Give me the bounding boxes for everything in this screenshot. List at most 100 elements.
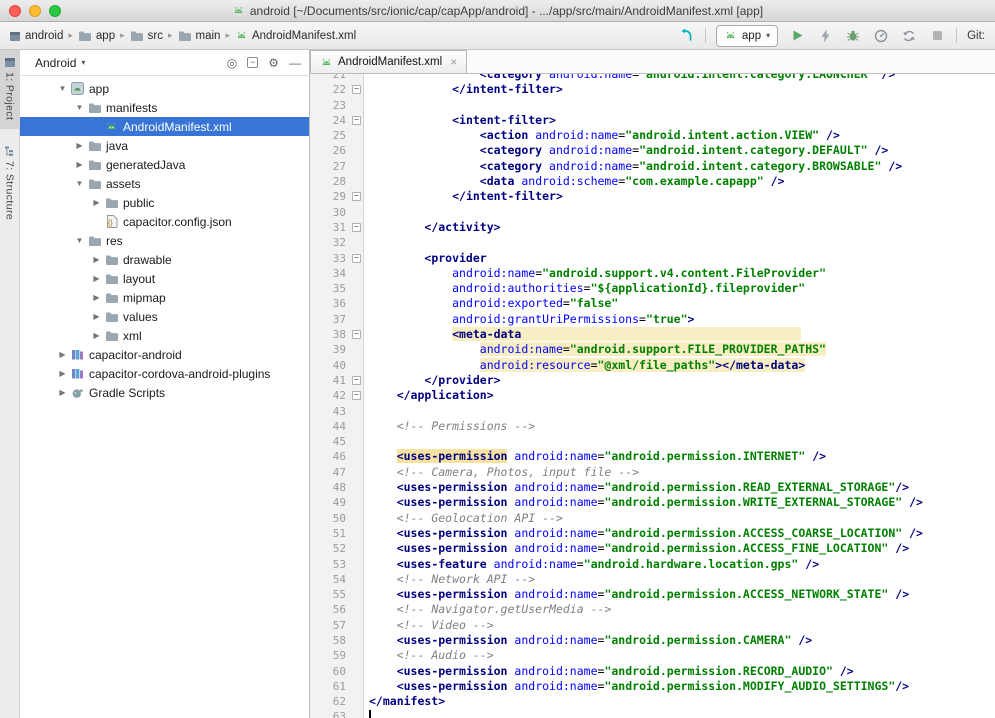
folder-icon: [103, 273, 120, 285]
editor-line: 35 android:authorities="${applicationId}…: [310, 281, 995, 296]
tree-item-capacitor-cordova-android-plugins[interactable]: ▶capacitor-cordova-android-plugins: [20, 364, 309, 383]
line-number: 53: [310, 557, 350, 572]
tree-item-app[interactable]: ▼app: [20, 79, 309, 98]
gear-icon[interactable]: ⚙: [268, 57, 279, 69]
chevron-down-icon[interactable]: ▼: [73, 236, 86, 245]
chevron-right-icon[interactable]: ▶: [90, 312, 103, 321]
fold-marker-icon[interactable]: −: [350, 373, 364, 388]
fold-gutter: [350, 679, 364, 694]
git-label: Git:: [967, 30, 985, 42]
chevron-right-icon[interactable]: ▶: [56, 369, 69, 378]
fold-marker-icon[interactable]: −: [350, 189, 364, 204]
close-window-button[interactable]: [9, 5, 21, 17]
chevron-down-icon[interactable]: ▼: [73, 103, 86, 112]
fold-gutter: [350, 404, 364, 419]
code-line: <!-- Audio -->: [364, 648, 494, 663]
fold-marker-icon[interactable]: −: [350, 327, 364, 342]
fold-marker-icon[interactable]: −: [350, 82, 364, 97]
code-line: <category android:name="android.intent.c…: [364, 159, 902, 174]
tree-item-mipmap[interactable]: ▶mipmap: [20, 288, 309, 307]
locate-file-icon[interactable]: ◎: [227, 57, 237, 69]
breadcrumb-item-src[interactable]: src: [129, 28, 164, 44]
folder-icon: [178, 30, 192, 42]
editor-line: 53 <uses-feature android:name="android.h…: [310, 557, 995, 572]
collapse-all-icon[interactable]: −: [247, 57, 258, 68]
back-arrow-icon[interactable]: [677, 27, 695, 45]
tree-item-capacitor-android[interactable]: ▶capacitor-android: [20, 345, 309, 364]
tree-item-java[interactable]: ▶java: [20, 136, 309, 155]
code-editor[interactable]: 21 <category android:name="android.inten…: [310, 74, 995, 718]
code-line: <data android:scheme="com.example.capapp…: [364, 174, 785, 189]
fold-marker-icon[interactable]: −: [350, 388, 364, 403]
apply-changes-button[interactable]: [816, 27, 834, 45]
tree-item-label: drawable: [120, 253, 172, 267]
chevron-right-icon[interactable]: ▶: [90, 255, 103, 264]
code-line: <uses-permission android:name="android.p…: [364, 679, 909, 694]
fold-gutter: [350, 174, 364, 189]
editor-line: 59 <!-- Audio -->: [310, 648, 995, 663]
fold-gutter: [350, 312, 364, 327]
editor-line: 62</manifest>: [310, 694, 995, 709]
tree-item-res[interactable]: ▼res: [20, 231, 309, 250]
chevron-right-icon[interactable]: ▶: [56, 350, 69, 359]
chevron-down-icon[interactable]: ▼: [73, 179, 86, 188]
tree-item-values[interactable]: ▶values: [20, 307, 309, 326]
project-toolwindow-button[interactable]: 1: Project: [0, 50, 19, 129]
breadcrumb-item-app[interactable]: app: [77, 28, 116, 44]
tree-item-generatedJava[interactable]: ▶generatedJava: [20, 155, 309, 174]
tree-item-xml[interactable]: ▶xml: [20, 326, 309, 345]
fullscreen-window-button[interactable]: [49, 5, 61, 17]
tree-item-drawable[interactable]: ▶ drawable: [20, 250, 309, 269]
library-icon: [69, 367, 86, 380]
code-line: <action android:name="android.intent.act…: [364, 128, 840, 143]
chevron-right-icon[interactable]: ▶: [90, 198, 103, 207]
run-button[interactable]: [788, 27, 806, 45]
line-number: 34: [310, 266, 350, 281]
chevron-down-icon[interactable]: ▼: [56, 84, 69, 93]
close-icon[interactable]: ×: [450, 55, 457, 69]
fold-gutter: [350, 128, 364, 143]
chevron-right-icon[interactable]: ▶: [90, 274, 103, 283]
breadcrumb-item-AndroidManifest.xml[interactable]: AndroidManifest.xml: [234, 27, 357, 44]
breadcrumb-item-main[interactable]: main: [177, 28, 222, 44]
minimize-window-button[interactable]: [29, 5, 41, 17]
stop-button[interactable]: [928, 27, 946, 45]
folder-icon: [103, 292, 120, 304]
chevron-right-icon[interactable]: ▶: [73, 141, 86, 150]
line-number: 35: [310, 281, 350, 296]
chevron-right-icon[interactable]: ▶: [73, 160, 86, 169]
chevron-right-icon[interactable]: ▶: [90, 293, 103, 302]
editor-tab-androidmanifest[interactable]: AndroidManifest.xml ×: [310, 50, 467, 73]
fold-marker-icon[interactable]: −: [350, 113, 364, 128]
folder-icon: [103, 311, 120, 323]
structure-toolwindow-button[interactable]: 7: Structure: [0, 139, 19, 229]
tree-item-public[interactable]: ▶public: [20, 193, 309, 212]
fold-gutter: [350, 664, 364, 679]
debug-button[interactable]: [844, 27, 862, 45]
tree-item-assets[interactable]: ▼assets: [20, 174, 309, 193]
tree-item-layout[interactable]: ▶layout: [20, 269, 309, 288]
breadcrumb-item-android[interactable]: android: [8, 28, 64, 44]
hide-panel-icon[interactable]: —: [289, 57, 301, 69]
fold-marker-icon[interactable]: −: [350, 251, 364, 266]
tree-item-Gradle Scripts[interactable]: ▶Gradle Scripts: [20, 383, 309, 402]
fold-marker-icon[interactable]: −: [350, 220, 364, 235]
run-configuration-select[interactable]: app ▾: [716, 25, 778, 47]
run-toolbar: app ▾ Git:: [677, 25, 995, 47]
line-number: 48: [310, 480, 350, 495]
tree-item-manifests[interactable]: ▼manifests: [20, 98, 309, 117]
android-icon: [235, 29, 248, 42]
project-view-selector[interactable]: Android ▾: [20, 56, 85, 70]
navigation-bar: android▸app▸src▸main▸AndroidManifest.xml…: [0, 22, 995, 50]
tree-item-AndroidManifest.xml[interactable]: AndroidManifest.xml: [20, 117, 309, 136]
chevron-right-icon[interactable]: ▶: [90, 331, 103, 340]
code-line: </intent-filter>: [364, 189, 563, 204]
sync-button[interactable]: [900, 27, 918, 45]
tool-window-stripe: 1: Project 7: Structure: [0, 50, 20, 718]
tree-item-capacitor.config.json[interactable]: {}capacitor.config.json: [20, 212, 309, 231]
code-line: <uses-permission android:name="android.p…: [364, 526, 923, 541]
code-line: <!-- Permissions -->: [364, 419, 535, 434]
fold-gutter: [350, 358, 364, 373]
profile-button[interactable]: [872, 27, 890, 45]
chevron-right-icon[interactable]: ▶: [56, 388, 69, 397]
